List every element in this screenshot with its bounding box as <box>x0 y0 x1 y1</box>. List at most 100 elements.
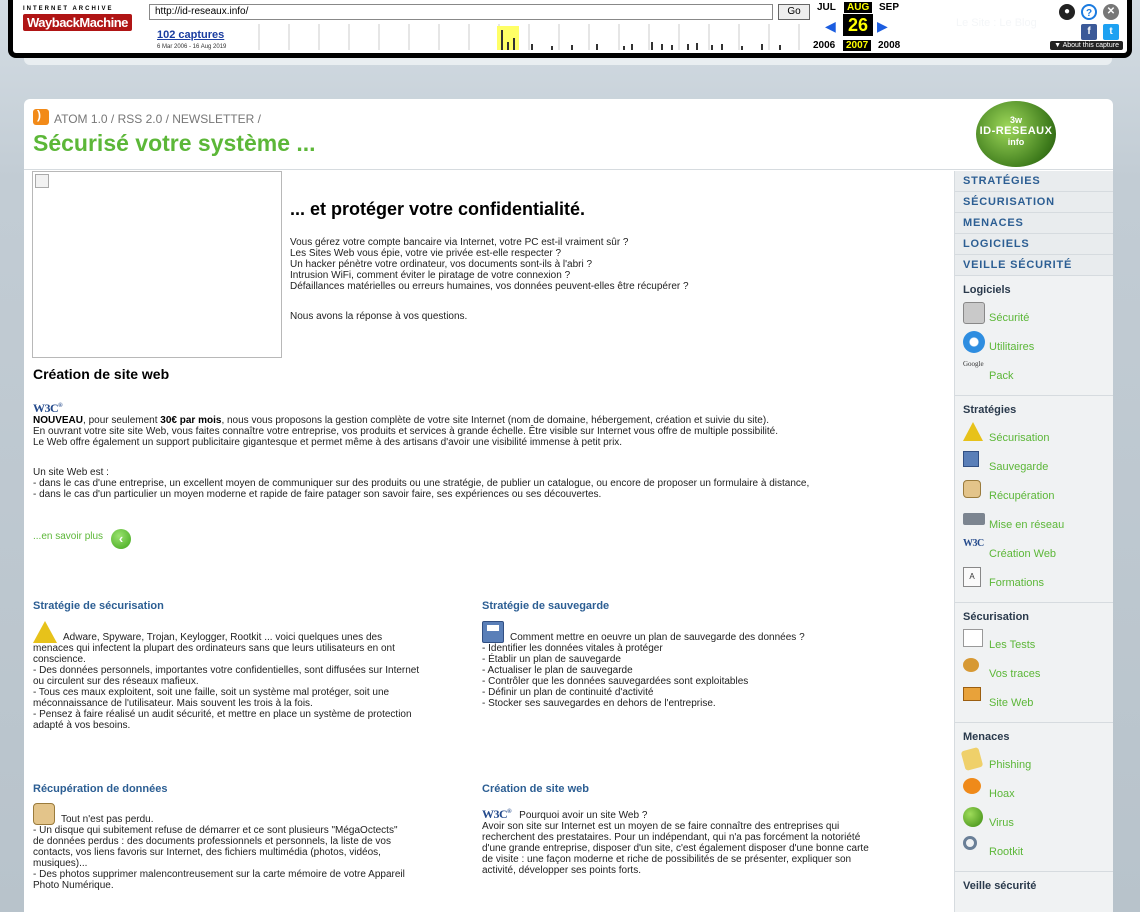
web-line: - dans le cas d'un particulier un moyen … <box>33 489 602 500</box>
feed-links-label[interactable]: ATOM 1.0 / RSS 2.0 / NEWSLETTER / <box>54 112 261 126</box>
web-price: 30€ par mois <box>160 415 222 426</box>
magnifier-icon <box>963 836 977 850</box>
sidebar-item-formations[interactable]: A Formations <box>963 567 1113 596</box>
web-lead-bold: NOUVEAU <box>33 415 84 426</box>
securisation-title[interactable]: Stratégie de sécurisation <box>33 600 164 612</box>
wayback-capture-sparkline[interactable] <box>251 24 807 50</box>
nav-menaces[interactable]: MENACES <box>955 213 1113 234</box>
hero-question: Intrusion WiFi, comment éviter le pirata… <box>290 270 571 281</box>
hero-answer: Nous avons la réponse à vos questions. <box>290 311 468 322</box>
sidebar-item-pack[interactable]: Google Pack <box>963 360 1113 389</box>
rss-icon[interactable] <box>33 108 49 125</box>
fishing-hook-icon <box>960 747 984 771</box>
sidebar-group-title: Menaces <box>963 731 1010 743</box>
wayback-month-prev[interactable]: JUL <box>817 2 836 13</box>
sidebar-item-site-web[interactable]: Site Web <box>963 687 1113 716</box>
web-section-body: W3C® NOUVEAU, pour seulement 30€ par moi… <box>33 401 943 500</box>
user-icon[interactable]: ● <box>1059 4 1075 20</box>
creation-body: W3C® Pourquoi avoir un site Web ? Avoir s… <box>482 807 869 876</box>
wayback-year-next[interactable]: 2008 <box>878 40 900 51</box>
wayback-day: 26 <box>843 14 873 36</box>
sidebar-item-les-tests[interactable]: Les Tests <box>963 629 1113 658</box>
padlock-icon <box>963 302 985 324</box>
nav-veille-securite[interactable]: VEILLE SÉCURITÉ <box>955 255 1113 276</box>
recovery-box-icon <box>963 480 981 498</box>
sidebar-item-sauvegarde[interactable]: Sauvegarde <box>963 451 1113 480</box>
site-logo[interactable]: 3w ID-RESEAUX info <box>976 101 1056 167</box>
sidebar-group-securisation: Sécurisation Les Tests Vos traces Site W… <box>955 603 1113 723</box>
sidebar-group-title: Sécurisation <box>963 611 1030 623</box>
sidebar-item-securite[interactable]: Sécurité <box>963 302 1113 331</box>
floppy-disk-icon <box>963 451 979 467</box>
sidebar-item-securisation[interactable]: Sécurisation <box>963 422 1113 451</box>
hero-question: Vous gérez votre compte bancaire via Int… <box>290 237 629 248</box>
nav-securisation[interactable]: SÉCURISATION <box>955 192 1113 213</box>
wayback-go-button[interactable]: Go <box>778 4 810 20</box>
sidebar-item-hoax[interactable]: Hoax <box>963 778 1113 807</box>
sidebar-item-virus[interactable]: Virus <box>963 807 1113 836</box>
wayback-url-input[interactable]: http://id-reseaux.info/ <box>149 4 773 20</box>
creation-title[interactable]: Création de site web <box>482 783 589 795</box>
wayback-brand: WaybackMachine <box>23 14 132 31</box>
calendar-icon <box>963 687 981 701</box>
sidebar-group-title: Veille sécurité <box>963 880 1037 892</box>
about-capture-button[interactable]: ▼ About this capture <box>1050 41 1123 50</box>
content-area: ... et protéger votre confidentialité. V… <box>24 171 954 912</box>
network-icon <box>963 513 985 525</box>
nav-logiciels[interactable]: LOGICIELS <box>955 234 1113 255</box>
sidebar-item-utilitaires[interactable]: Utilitaires <box>963 331 1113 360</box>
nav-strategies[interactable]: STRATÉGIES <box>955 171 1113 192</box>
checklist-icon <box>963 629 983 647</box>
recuperation-body: Tout n'est pas perdu. - Un disque qui su… <box>33 803 473 891</box>
facebook-icon[interactable]: f <box>1081 24 1097 40</box>
web-section-title: Création de site web <box>33 366 170 382</box>
sidebar-group-title: Logiciels <box>963 284 1011 296</box>
sidebar-item-recuperation[interactable]: Récupération <box>963 480 1113 509</box>
back-arrow-icon[interactable]: ‹ <box>111 529 131 549</box>
wayback-logo[interactable]: INTERNET ARCHIVE WaybackMachine <box>23 6 141 31</box>
wayback-captures-link[interactable]: 102 captures <box>157 29 224 41</box>
hero-broken-image <box>32 171 282 358</box>
read-more-link[interactable]: ...en savoir plus <box>33 531 103 542</box>
document-icon: A <box>963 567 981 587</box>
wayback-date-range: 6 Mar 2006 - 16 Aug 2019 <box>157 44 227 50</box>
wayback-month-current: AUG <box>844 2 873 13</box>
wayback-year-prev[interactable]: 2006 <box>813 40 835 51</box>
wayback-toolbar: INTERNET ARCHIVE WaybackMachine http://i… <box>8 0 1132 58</box>
securisation-body: Adware, Spyware, Trojan, Keylogger, Root… <box>33 621 473 731</box>
wayback-icons: ● ? ✕ f t <box>1049 4 1119 44</box>
site-blog-link[interactable]: Le Site : Le Blog <box>956 17 1037 29</box>
speech-bubble-icon <box>963 778 981 794</box>
web-line: En ouvrant votre site site Web, vous fai… <box>33 426 779 437</box>
sidebar-group-title: Stratégies <box>963 404 1017 416</box>
hero-questions: Vous gérez votre compte bancaire via Int… <box>290 237 689 292</box>
google-icon: Google <box>963 360 984 368</box>
sidebar-item-vos-traces[interactable]: Vos traces <box>963 658 1113 687</box>
feed-links[interactable]: ATOM 1.0 / RSS 2.0 / NEWSLETTER / <box>33 108 261 126</box>
sidebar-item-mise-en-reseau[interactable]: Mise en réseau <box>963 509 1113 538</box>
sidebar-item-phishing[interactable]: Phishing <box>960 747 1113 778</box>
wayback-next-arrow-icon[interactable]: ▶ <box>877 18 888 35</box>
sidebar-group-menaces: Menaces Phishing Hoax Virus Rootkit <box>955 723 1113 872</box>
sidebar-item-creation-web[interactable]: W3C Création Web <box>963 538 1113 567</box>
sauvegarde-title[interactable]: Stratégie de sauvegarde <box>482 600 609 612</box>
sidebar: STRATÉGIES SÉCURISATION MENACES LOGICIEL… <box>954 171 1113 912</box>
page-header: ATOM 1.0 / RSS 2.0 / NEWSLETTER / Sécuri… <box>24 99 1113 170</box>
sidebar-group-strategies: Stratégies Sécurisation Sauvegarde Récup… <box>955 396 1113 603</box>
hero-question: Défaillances matérielles ou erreurs huma… <box>290 281 689 292</box>
twitter-icon[interactable]: t <box>1103 24 1119 40</box>
help-icon[interactable]: ? <box>1081 4 1097 20</box>
logo-main-text: ID-RESEAUX <box>979 125 1053 137</box>
hero-question: Les Sites Web vous épie, votre vie privé… <box>290 248 562 259</box>
w3c-icon: W3C® <box>33 401 63 415</box>
close-icon[interactable]: ✕ <box>1103 4 1119 20</box>
wayback-month-next[interactable]: SEP <box>879 2 899 13</box>
recuperation-title[interactable]: Récupération de données <box>33 783 167 795</box>
wayback-year-current: 2007 <box>843 40 872 51</box>
wayback-prev-arrow-icon[interactable]: ◀ <box>825 18 836 35</box>
sidebar-item-rootkit[interactable]: Rootkit <box>963 836 1113 865</box>
warning-icon <box>33 621 57 643</box>
wayback-calendar: JUL AUG SEP ◀ 26 ▶ 2006 2007 2008 <box>813 0 923 53</box>
logo-top-text: 3w <box>1009 115 1022 125</box>
sauvegarde-body: Comment mettre en oeuvre un plan de sauv… <box>482 621 922 709</box>
